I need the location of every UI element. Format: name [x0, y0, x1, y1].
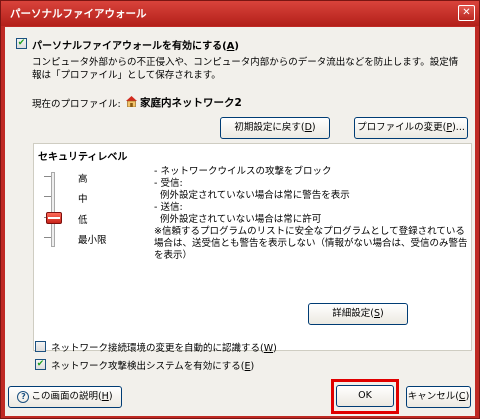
close-button[interactable]: ✕	[458, 5, 475, 21]
enable-firewall-checkbox[interactable]: ✔	[16, 38, 27, 49]
level-minimum[interactable]: 最小限	[78, 232, 107, 246]
window-title: パーソナルファイアウォール	[10, 8, 147, 20]
enable-firewall-label[interactable]: パーソナルファイアウォールを有効にする(A)	[32, 37, 239, 52]
title-bar[interactable]: パーソナルファイアウォール ✕	[1, 1, 479, 26]
cancel-button[interactable]: キャンセル(C)	[406, 386, 471, 408]
current-profile-name: 家庭内ネットワーク2	[140, 97, 242, 109]
firewall-description-line2: 報は「プロファイル」として保存されます。	[32, 70, 221, 81]
level-low[interactable]: 低	[78, 212, 88, 226]
auto-detect-network-checkbox[interactable]	[35, 341, 46, 352]
security-level-slider[interactable]	[51, 172, 55, 247]
level-medium[interactable]: 中	[78, 191, 88, 205]
ok-button[interactable]: OK	[336, 385, 394, 407]
security-level-panel: セキュリティレベル 高 中 低 最小限 - ネットワークウイルスの攻撃をブロック…	[33, 143, 472, 351]
security-level-description: - ネットワークウイルスの攻撃をブロック - 受信: 例外設定されていない場合は…	[154, 166, 468, 261]
intrusion-detection-label[interactable]: ネットワーク攻撃検出システムを有効にする(E)	[51, 358, 254, 372]
slider-tick	[44, 176, 51, 177]
security-level-title: セキュリティレベル	[38, 152, 128, 163]
house-icon	[126, 96, 137, 107]
help-button[interactable]: ? この画面の説明(H)	[8, 386, 122, 408]
current-profile-label: 現在のプロファイル:	[32, 99, 121, 110]
slider-tick	[44, 196, 51, 197]
firewall-description-line1: コンピュータ外部からの不正侵入や、コンピュータ内部からのデータ流出などを防止しま…	[32, 57, 459, 68]
advanced-settings-button[interactable]: 詳細設定(S)	[308, 303, 408, 325]
intrusion-detection-checkbox[interactable]: ✔	[35, 359, 46, 370]
dialog-body: ✔ パーソナルファイアウォールを有効にする(A) コンピュータ外部からの不正侵入…	[5, 27, 475, 416]
help-icon: ?	[17, 390, 30, 403]
firewall-dialog: パーソナルファイアウォール ✕ ✔ パーソナルファイアウォールを有効にする(A)…	[0, 0, 480, 419]
auto-detect-network-label[interactable]: ネットワーク接続環境の変更を自動的に認識する(W)	[51, 340, 277, 354]
level-high[interactable]: 高	[78, 171, 88, 185]
reset-defaults-button[interactable]: 初期設定に戻す(D)	[220, 117, 330, 139]
security-level-thumb[interactable]	[46, 212, 62, 224]
change-profile-button[interactable]: プロファイルの変更(P)...	[354, 117, 468, 139]
slider-tick	[44, 237, 51, 238]
